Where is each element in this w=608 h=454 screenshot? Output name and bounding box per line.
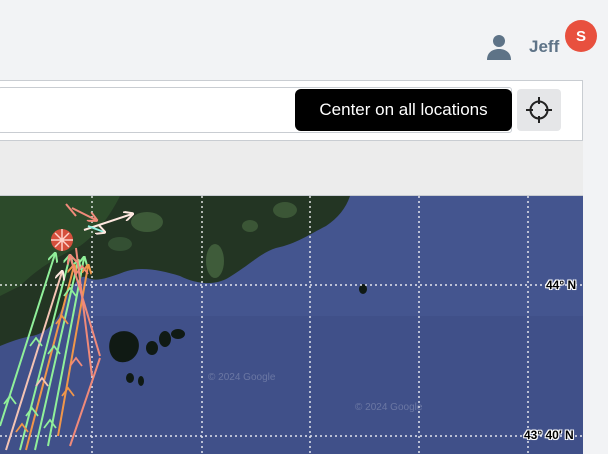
island-cluster bbox=[138, 376, 144, 386]
location-marker-cluster bbox=[51, 229, 73, 251]
island bbox=[242, 220, 258, 232]
center-tooltip: Center on all locations bbox=[295, 89, 512, 131]
avatar-badge[interactable]: S bbox=[565, 20, 597, 52]
island-cluster bbox=[171, 329, 185, 339]
lat-label-44n: 44° N bbox=[546, 278, 577, 292]
map-watermark: © 2024 Google bbox=[208, 372, 276, 383]
island-cluster bbox=[159, 331, 171, 347]
island-cluster bbox=[146, 341, 158, 355]
island bbox=[206, 244, 224, 278]
island bbox=[131, 212, 163, 232]
crosshair-icon bbox=[526, 97, 552, 123]
user-icon[interactable] bbox=[484, 32, 514, 62]
top-bar bbox=[0, 0, 608, 80]
island-cluster bbox=[126, 373, 134, 383]
satellite-map[interactable]: © 2024 Google © 2024 Google 44° N 43° 40… bbox=[0, 196, 583, 454]
map-toolbar-strip bbox=[0, 140, 583, 196]
user-name[interactable]: Jeff bbox=[529, 37, 559, 57]
map-watermark: © 2024 Google bbox=[355, 402, 423, 413]
center-on-all-button[interactable] bbox=[517, 89, 561, 131]
island bbox=[108, 237, 132, 251]
lat-label-43-40n: 43° 40′ N bbox=[524, 428, 574, 442]
island bbox=[273, 202, 297, 218]
